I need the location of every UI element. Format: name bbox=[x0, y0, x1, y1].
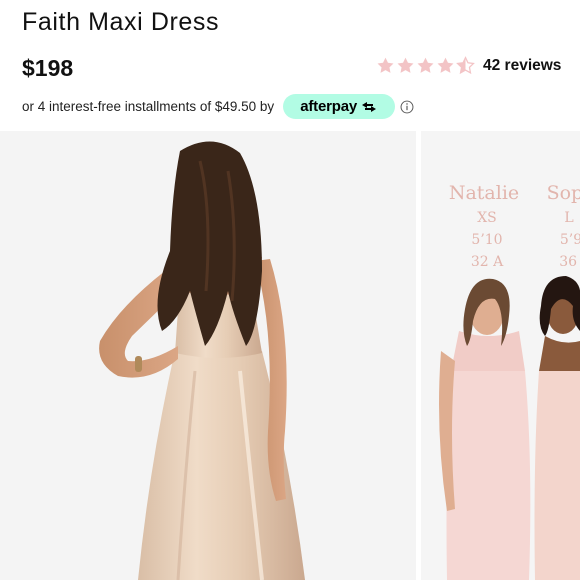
afterpay-badge[interactable]: afterpay bbox=[283, 94, 396, 119]
model-1-height: 5’10 bbox=[471, 232, 502, 248]
installments-row: or 4 interest-free installments of $49.5… bbox=[22, 94, 414, 119]
model-2-height: 5’9 bbox=[560, 232, 580, 248]
info-icon[interactable] bbox=[400, 100, 414, 114]
model-2-size: L bbox=[564, 210, 573, 226]
star-icon bbox=[437, 57, 454, 73]
model-back-view-image bbox=[0, 131, 416, 580]
model-1-name: Natalie bbox=[449, 182, 519, 204]
star-rating bbox=[376, 56, 475, 75]
product-photo-back-view[interactable] bbox=[0, 131, 416, 580]
product-title: Faith Maxi Dress bbox=[22, 8, 220, 36]
afterpay-arrows-icon bbox=[362, 101, 377, 112]
star-icon bbox=[377, 57, 394, 73]
half-star-icon bbox=[456, 56, 475, 75]
product-rating[interactable]: 42 reviews bbox=[376, 56, 561, 75]
models-comparison-image: Natalie XS 5’10 32 A Soph L 5’9 36 D bbox=[421, 131, 580, 580]
model-2-name: Soph bbox=[547, 182, 580, 204]
product-price: $198 bbox=[22, 55, 74, 81]
model-1-size: XS bbox=[477, 210, 497, 226]
model-2-bra: 36 D bbox=[559, 254, 580, 270]
model-1-bra: 32 A bbox=[471, 254, 504, 270]
star-icon bbox=[397, 57, 414, 73]
star-icon bbox=[417, 57, 434, 73]
product-photo-models[interactable]: Natalie XS 5’10 32 A Soph L 5’9 36 D bbox=[421, 131, 580, 580]
product-gallery: Natalie XS 5’10 32 A Soph L 5’9 36 D bbox=[0, 131, 580, 580]
review-count-link[interactable]: 42 reviews bbox=[483, 57, 561, 75]
afterpay-label: afterpay bbox=[300, 98, 358, 115]
installments-text: or 4 interest-free installments of $49.5… bbox=[22, 99, 275, 114]
